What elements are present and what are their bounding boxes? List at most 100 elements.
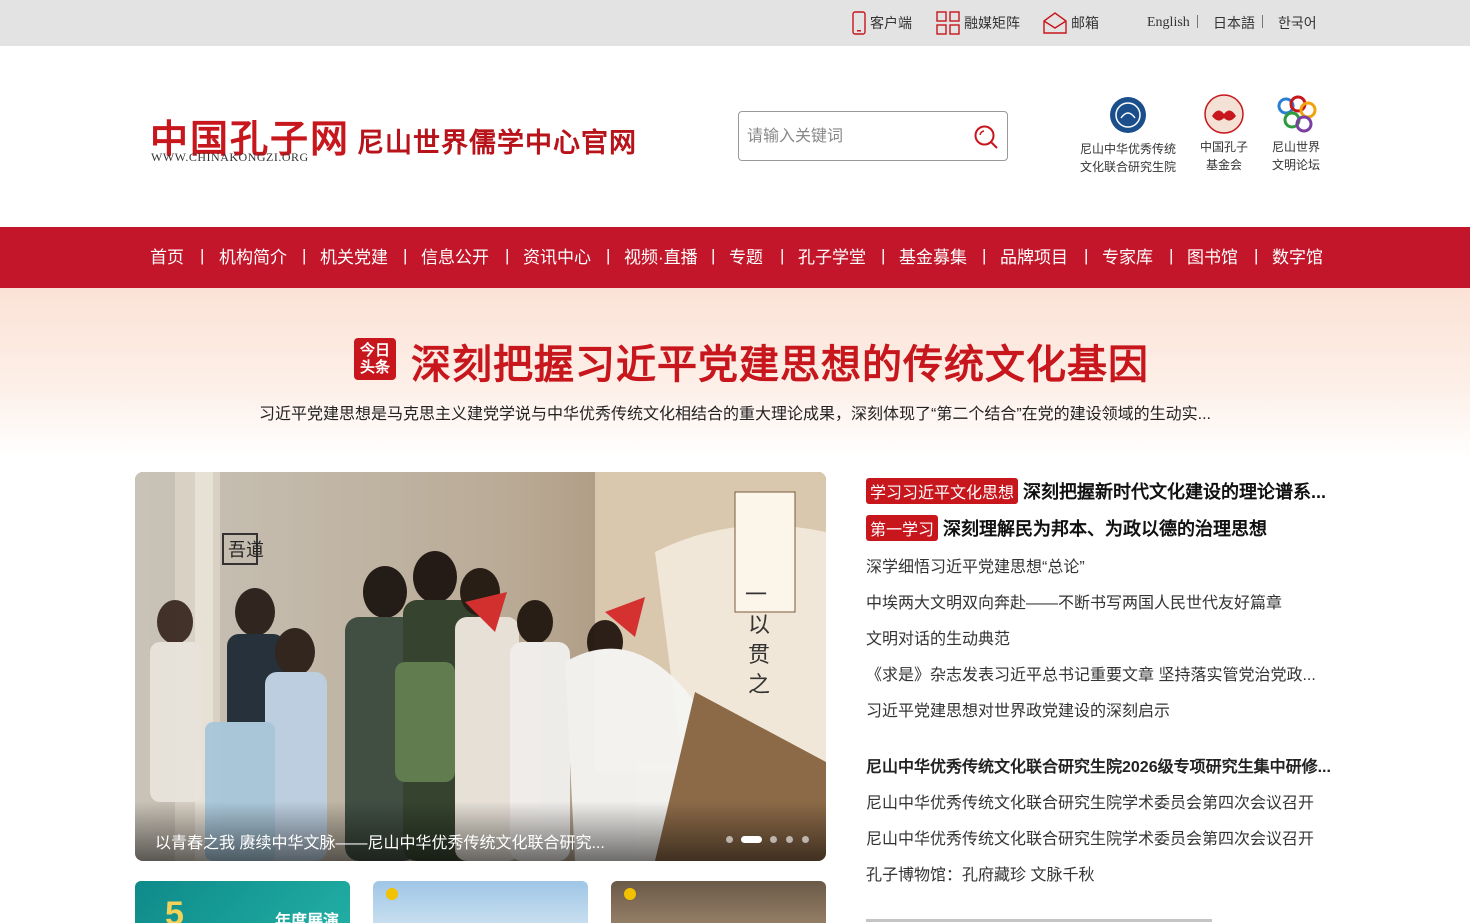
partner-graduate-school-line2: 文化联合研究生院 (1079, 160, 1176, 174)
nav-divider: | (606, 246, 611, 265)
nav-item-party-building[interactable]: 机关党建 (320, 227, 388, 288)
lang-divider: | (1261, 13, 1265, 29)
nav-item-topics[interactable]: 专题 (729, 227, 763, 288)
carousel-dot-active[interactable] (741, 836, 762, 843)
featured-carousel[interactable]: 吾道 一 以 贯 之 以青春之我 赓续中华文脉——尼山中华优秀传统文化联合研究.… (135, 472, 826, 861)
nav-divider: | (881, 246, 886, 265)
thumbnail-number: 5 (165, 895, 184, 923)
news-list-item[interactable]: 中埃两大文明双向奔赴——不断书写两国人民世代友好篇章 (866, 589, 1336, 613)
wall-character-text: 贯 (748, 643, 770, 668)
nav-item-info-disclosure[interactable]: 信息公开 (421, 227, 489, 288)
top-utility-bar: 客户端 融媒矩阵 邮箱 English | 日本語 | 한국어 (0, 0, 1470, 46)
lang-english-link[interactable]: English (1147, 0, 1190, 46)
partner-civilization-forum-line1: 尼山世界 (1271, 140, 1320, 154)
nav-item-news-center[interactable]: 资讯中心 (523, 227, 591, 288)
graduate-school-emblem-icon (1110, 97, 1146, 133)
news-lead-title: 深刻理解民为邦本、为政以德的治理思想 (943, 519, 1268, 539)
news-list-item[interactable]: 孔子博物馆：孔府藏珍 文脉千秋 (866, 861, 1336, 885)
headline-summary[interactable]: 习近平党建思想是马克思主义建党学说与中华优秀传统文化相结合的重大理论成果，深刻体… (0, 400, 1470, 424)
nav-item-experts[interactable]: 专家库 (1102, 227, 1153, 288)
site-header: 中国孔子网 WWW.CHINAKONGZI.ORG 尼山世界儒学中心官网 尼山中… (0, 46, 1470, 227)
news-lead-item[interactable]: 第一学习 深刻理解民为邦本、为政以德的治理思想 (866, 515, 1336, 541)
nav-divider: | (1169, 246, 1174, 265)
nav-divider: | (1084, 246, 1089, 265)
site-title: 尼山世界儒学中心官网 (357, 128, 637, 158)
nav-divider: | (1254, 246, 1259, 265)
thumbnail-card[interactable] (373, 881, 588, 923)
column-tag: 学习习近平文化思想 (866, 478, 1019, 504)
partner-confucius-foundation-link[interactable]: 中国孔子 基金会 (1196, 94, 1252, 174)
wall-character-text: 以 (748, 613, 770, 638)
site-logo-url: WWW.CHINAKONGZI.ORG (151, 150, 309, 164)
news-list-item[interactable]: 尼山中华优秀传统文化联合研究生院学术委员会第四次会议召开 (866, 789, 1336, 813)
nav-item-about[interactable]: 机构简介 (219, 227, 287, 288)
partner-graduate-school-link[interactable]: 尼山中华优秀传统 文化联合研究生院 (1076, 94, 1180, 176)
confucius-foundation-emblem-icon (1204, 94, 1244, 134)
lang-japanese-label: 日本語 (1213, 17, 1255, 32)
nav-divider: | (711, 246, 716, 265)
nav-divider: | (780, 246, 785, 265)
lang-english-label: English (1147, 15, 1190, 30)
news-list-item[interactable]: 深学细悟习近平党建思想“总论” (866, 553, 1336, 577)
carousel-dot[interactable] (726, 836, 733, 843)
wall-character-text: 一 (745, 583, 767, 608)
search-box (738, 111, 1008, 161)
mail-label: 邮箱 (1071, 17, 1099, 32)
mail-link[interactable]: 邮箱 (1043, 0, 1099, 46)
nav-item-brand-projects[interactable]: 品牌项目 (1000, 227, 1068, 288)
grid-matrix-icon (936, 11, 960, 35)
news-list-item[interactable]: 文明对话的生动典范 (866, 625, 1336, 649)
lang-divider: | (1196, 13, 1200, 29)
today-headline-badge: 今日 头条 (354, 338, 396, 380)
search-input[interactable] (747, 124, 967, 150)
news-list-item-cutoff (866, 914, 1216, 923)
thumbnail-logo-icon (624, 888, 636, 900)
news-list-item[interactable]: 习近平党建思想对世界政党建设的深刻启示 (866, 697, 1336, 721)
client-label: 客户端 (870, 17, 912, 32)
carousel-caption-bar: 以青春之我 赓续中华文脉——尼山中华优秀传统文化联合研究... (135, 801, 826, 861)
news-list-item-highlight[interactable]: 尼山中华优秀传统文化联合研究生院2026级专项研究生集中研修... (866, 753, 1336, 777)
thumbnail-logo-icon (386, 888, 398, 900)
news-list-item[interactable]: 尼山中华优秀传统文化联合研究生院学术委员会第四次会议召开 (866, 825, 1336, 849)
nav-item-fundraising[interactable]: 基金募集 (899, 227, 967, 288)
nav-item-home[interactable]: 首页 (150, 227, 184, 288)
search-icon[interactable] (973, 124, 999, 150)
media-matrix-label: 融媒矩阵 (964, 17, 1020, 32)
nav-item-library[interactable]: 图书馆 (1187, 227, 1238, 288)
today-badge-line1: 今日 (359, 342, 390, 359)
column-tag: 第一学习 (866, 515, 939, 541)
news-lead-item[interactable]: 学习习近平文化思想 深刻把握新时代文化建设的理论谱系... (866, 478, 1336, 504)
thumbnail-title: 年度展演 (275, 913, 340, 923)
thumbnail-card[interactable]: 5 年度展演 (135, 881, 350, 923)
carousel-caption[interactable]: 以青春之我 赓续中华文脉——尼山中华优秀传统文化联合研究... (155, 829, 605, 853)
nav-item-confucius-school[interactable]: 孔子学堂 (798, 227, 866, 288)
headline-title[interactable]: 深刻把握习近平党建思想的传统文化基因 (411, 332, 1149, 390)
lang-japanese-link[interactable]: 日本語 (1213, 0, 1255, 46)
news-lead-title: 深刻把握新时代文化建设的理论谱系... (1023, 482, 1327, 502)
thumbnail-card[interactable] (611, 881, 826, 923)
partner-civilization-forum-line2: 文明论坛 (1271, 158, 1320, 172)
lang-korean-link[interactable]: 한국어 (1278, 0, 1317, 46)
carousel-dot[interactable] (786, 836, 793, 843)
carousel-dot[interactable] (802, 836, 809, 843)
civilization-forum-emblem-icon (1277, 95, 1317, 133)
today-badge-line2: 头条 (359, 359, 390, 376)
nav-divider: | (982, 246, 987, 265)
mobile-phone-icon (852, 11, 866, 35)
nav-divider: | (403, 246, 408, 265)
client-link[interactable]: 客户端 (852, 0, 912, 46)
wall-character-text: 吾道 (228, 540, 264, 561)
partner-confucius-foundation-line2: 基金会 (1205, 158, 1242, 172)
nav-divider: | (302, 246, 307, 265)
partner-civilization-forum-link[interactable]: 尼山世界 文明论坛 (1268, 94, 1324, 174)
mail-envelope-icon (1043, 12, 1067, 34)
nav-item-digital-museum[interactable]: 数字馆 (1272, 227, 1323, 288)
nav-divider: | (505, 246, 510, 265)
nav-item-video-live[interactable]: 视频·直播 (624, 227, 698, 288)
news-list-item[interactable]: 《求是》杂志发表习近平总书记重要文章 坚持落实管党治党政... (866, 661, 1336, 685)
nav-divider: | (200, 246, 205, 265)
media-matrix-link[interactable]: 融媒矩阵 (936, 0, 1020, 46)
partner-graduate-school-line1: 尼山中华优秀传统 (1079, 142, 1176, 156)
carousel-dot[interactable] (770, 836, 777, 843)
main-nav: 首页 | 机构简介 | 机关党建 | 信息公开 | 资讯中心 | 视频·直播 |… (0, 227, 1470, 288)
